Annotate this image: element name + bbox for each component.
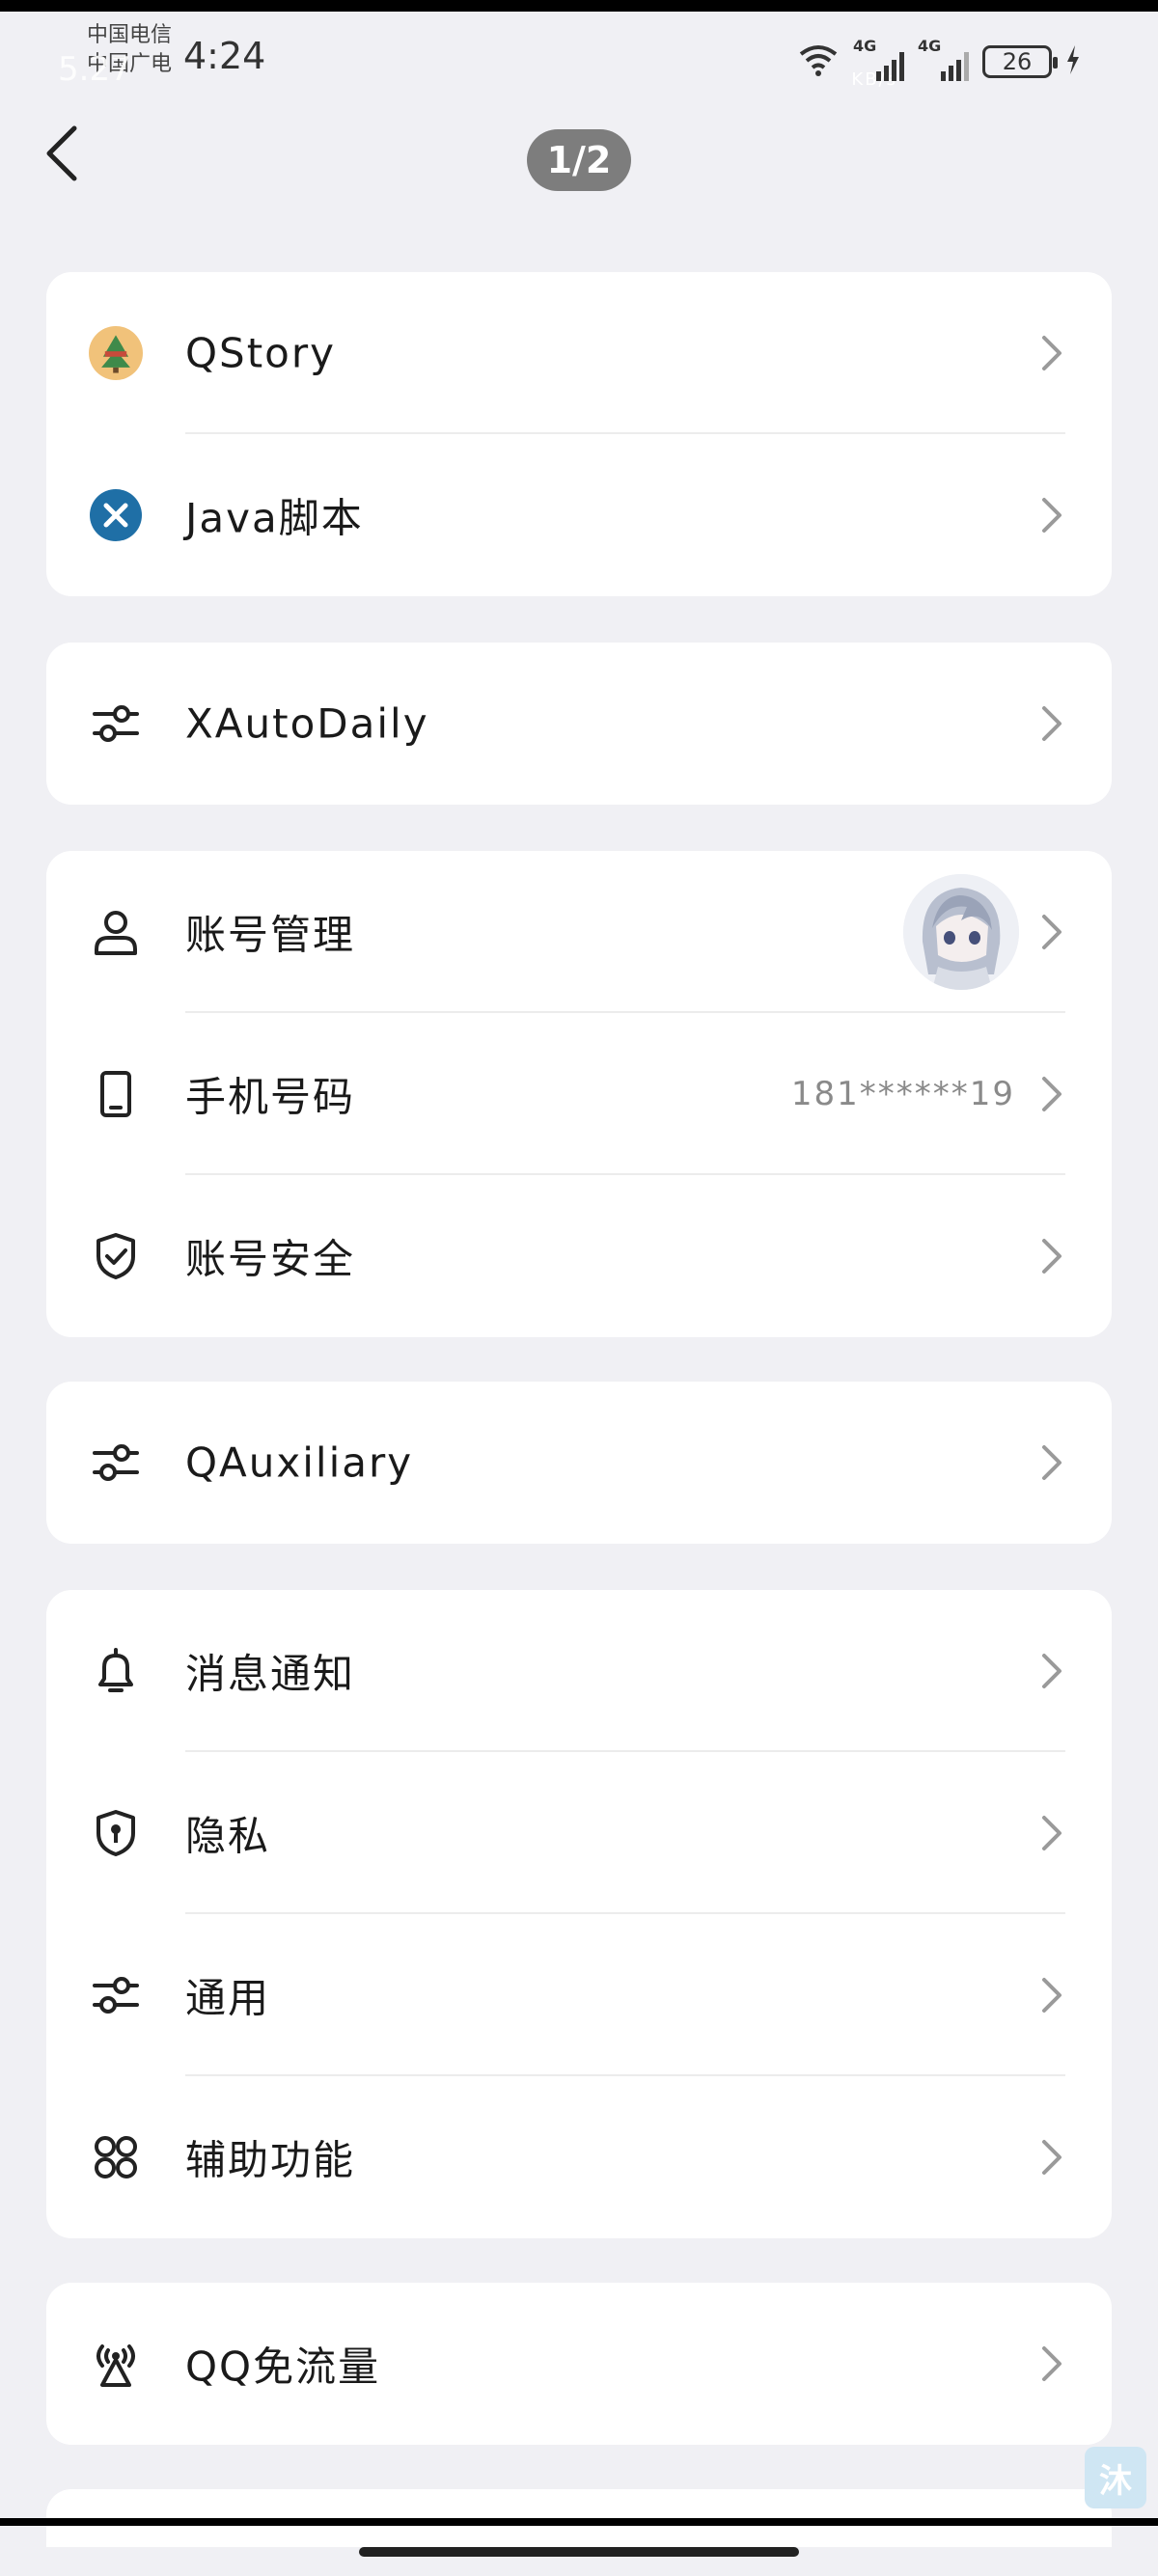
- shield-lock-icon: [89, 1806, 143, 1860]
- settings-item-phone-number[interactable]: 手机号码 181******19: [46, 1013, 1112, 1175]
- net-speed: 5.27: [58, 50, 131, 89]
- settings-item-label: 消息通知: [185, 1650, 356, 1698]
- settings-item-accessibility[interactable]: 辅助功能: [46, 2076, 1112, 2238]
- settings-item-general[interactable]: 通用: [46, 1914, 1112, 2076]
- chevron-right-icon: [1042, 2346, 1062, 2381]
- chevron-right-icon: [1042, 1978, 1062, 2013]
- carrier-name-1: 中国电信: [87, 23, 173, 47]
- page-indicator-text: 1/2: [546, 139, 612, 181]
- broadcast-icon: [89, 2337, 143, 2391]
- signal-icon-1: 4G: [853, 37, 904, 81]
- network-type-2: 4G: [918, 37, 942, 55]
- settings-item-label: 通用: [185, 1974, 271, 2022]
- settings-item-qstory[interactable]: QStory: [46, 272, 1112, 434]
- chevron-right-icon: [1042, 1239, 1062, 1274]
- settings-item-account-management[interactable]: 账号管理: [46, 851, 1112, 1013]
- shield-check-icon: [89, 1229, 143, 1283]
- settings-item-label: 账号安全: [185, 1235, 356, 1283]
- chevron-right-icon: [1042, 498, 1062, 533]
- page-indicator: 1/2: [527, 129, 631, 191]
- phone-icon: [89, 1067, 143, 1121]
- settings-item-label: QQ免流量: [185, 2343, 381, 2391]
- chevron-right-icon: [1042, 1654, 1062, 1688]
- grid-icon: [89, 2130, 143, 2184]
- settings-item-label: Java脚本: [185, 494, 364, 542]
- sliders-icon: [89, 697, 143, 751]
- settings-card-4: QAuxiliary: [46, 1382, 1112, 1544]
- settings-item-qauxiliary[interactable]: QAuxiliary: [46, 1382, 1112, 1544]
- settings-item-label: 辅助功能: [185, 2136, 356, 2184]
- settings-item-label: QStory: [185, 329, 337, 377]
- floating-assistant-button[interactable]: 沐: [1085, 2447, 1146, 2508]
- settings-card-3: 账号管理 手机号码 181******19 账号安全: [46, 851, 1112, 1337]
- network-type-1: 4G: [853, 37, 877, 55]
- settings-item-label: 账号管理: [185, 911, 356, 959]
- avatar: [903, 874, 1019, 990]
- battery-icon: 26: [982, 45, 1058, 78]
- settings-item-qq-free-data[interactable]: QQ免流量: [46, 2283, 1112, 2445]
- sliders-icon: [89, 1436, 143, 1490]
- bottom-edge: [0, 2518, 1158, 2526]
- home-indicator[interactable]: [359, 2547, 799, 2557]
- charging-icon: [1065, 45, 1081, 78]
- battery-level: 26: [1002, 48, 1033, 75]
- status-icons: 4G 4G 26: [797, 33, 1081, 91]
- settings-card-5: 消息通知 隐私 通用 辅助功能: [46, 1590, 1112, 2238]
- clock: 4:24: [183, 35, 266, 77]
- settings-item-notifications[interactable]: 消息通知: [46, 1590, 1112, 1752]
- settings-item-account-security[interactable]: 账号安全: [46, 1175, 1112, 1337]
- status-bar: 中国电信 中国广电 5.27 4:24 KB/s 4G 4G 26: [0, 12, 1158, 108]
- qstory-icon: [89, 326, 143, 380]
- chevron-right-icon: [1042, 706, 1062, 741]
- bell-icon: [89, 1644, 143, 1698]
- settings-card-1: QStory Java脚本: [46, 272, 1112, 596]
- sliders-icon: [89, 1968, 143, 2022]
- chevron-right-icon: [1042, 915, 1062, 949]
- tools-icon: [89, 488, 143, 542]
- settings-card-2: XAutoDaily: [46, 643, 1112, 805]
- back-button[interactable]: [29, 122, 96, 189]
- settings-item-label: 隐私: [185, 1812, 271, 1860]
- signal-icon-2: 4G: [918, 37, 969, 81]
- settings-item-java-script[interactable]: Java脚本: [46, 434, 1112, 596]
- person-icon: [89, 905, 143, 959]
- chevron-right-icon: [1042, 1816, 1062, 1850]
- chevron-right-icon: [1042, 336, 1062, 370]
- settings-item-privacy[interactable]: 隐私: [46, 1752, 1112, 1914]
- settings-item-label: XAutoDaily: [185, 699, 429, 748]
- settings-item-label: QAuxiliary: [185, 1439, 414, 1487]
- settings-item-label: 手机号码: [185, 1073, 356, 1121]
- chevron-right-icon: [1042, 1077, 1062, 1111]
- nav-bar: 1/2: [0, 108, 1158, 205]
- chevron-left-icon: [43, 124, 82, 186]
- phone-number-value: 181******19: [790, 1075, 1015, 1113]
- wifi-icon: [797, 42, 840, 81]
- chevron-right-icon: [1042, 2140, 1062, 2175]
- floating-button-label: 沐: [1099, 2461, 1132, 2501]
- top-edge: [0, 0, 1158, 12]
- settings-item-xautodaily[interactable]: XAutoDaily: [46, 643, 1112, 805]
- chevron-right-icon: [1042, 1445, 1062, 1480]
- settings-card-6: QQ免流量: [46, 2283, 1112, 2445]
